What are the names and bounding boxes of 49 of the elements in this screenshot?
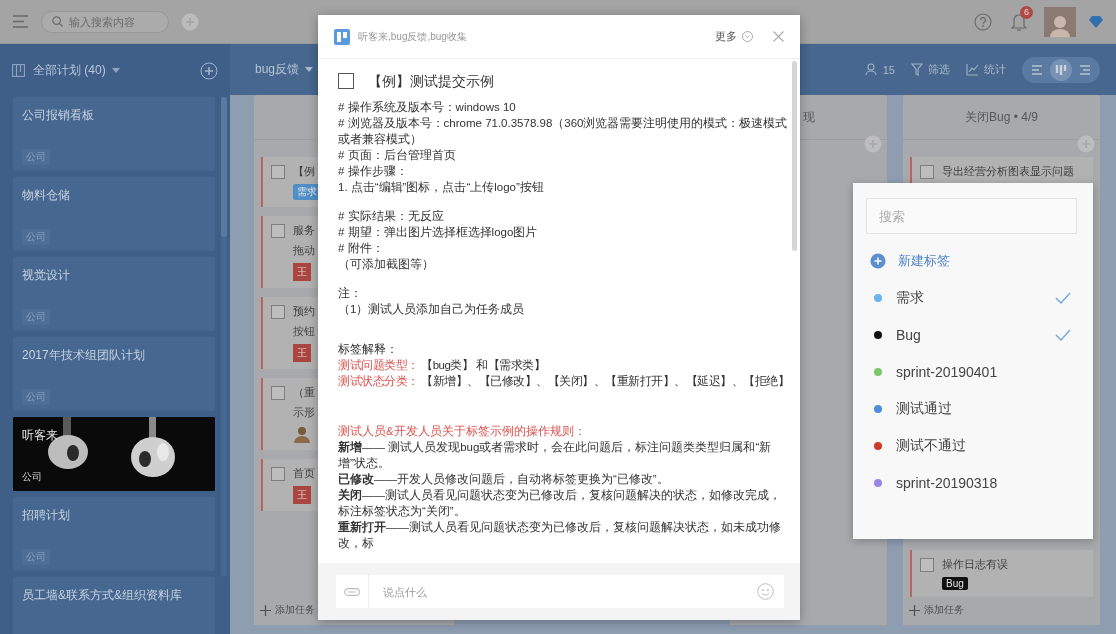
description-line: （可添加截图等） bbox=[338, 257, 435, 272]
description-line: # 操作步骤： bbox=[338, 164, 409, 179]
plan-title: 物料仓储 bbox=[22, 187, 71, 204]
description-line: # 浏览器及版本号：chrome 71.0.3578.98（360浏览器需要注明使用的模式：极速模式或者兼容模式） bbox=[338, 116, 788, 147]
task-title: 服务 bbox=[293, 223, 315, 238]
plan-title: 招聘计划 bbox=[22, 507, 71, 524]
description-line: # 附件： bbox=[338, 241, 385, 256]
assignee-avatar: 王 bbox=[293, 344, 311, 362]
description-line: （1）测试人员添加自己为任务成员 bbox=[338, 302, 526, 317]
description-line: 重新打开——测试人员看见问题状态变为已修改后，复核问题解决状态，如未成功修改，标 bbox=[338, 519, 782, 551]
field-label: 测试问题类型： bbox=[338, 359, 419, 371]
field-label: 测试状态分类： bbox=[338, 375, 419, 387]
breadcrumb: 听客来,bug反馈,bug收集 bbox=[358, 29, 468, 44]
column-title: 关闭Bug • 4/9 bbox=[965, 108, 1038, 126]
description-line: 标签解释： bbox=[338, 342, 399, 357]
task-title: （重 bbox=[293, 385, 315, 400]
task-title: 【例】测试提交示例 bbox=[368, 73, 494, 89]
task-title: 操作日志有误 bbox=[942, 557, 1008, 572]
description-line: # 页面：后台管理首页 bbox=[338, 148, 457, 163]
plan-title: 公司报销看板 bbox=[22, 107, 95, 124]
description-line: # 实际结果：无反应 bbox=[338, 209, 445, 224]
description-line: 新增—— 测试人员发现bug或者需求时，会在此问题后，标注问题类类型归属和“新增”状态。 bbox=[338, 439, 773, 471]
description-line: # 期望：弹出图片选择框选择logo图片 bbox=[338, 225, 539, 240]
assignee-avatar: 王 bbox=[293, 486, 311, 504]
task-text: 按钮 bbox=[292, 324, 315, 339]
field-value: 【新增】、【已修改】、【关闭】、【重新打开】、【延迟】、【拒绝】 bbox=[421, 375, 790, 387]
tag-label: 需求 bbox=[293, 184, 321, 200]
plan-title: 员工墙&联系方式&组织资料库 bbox=[22, 587, 183, 604]
plan-title: 视觉设计 bbox=[22, 267, 71, 284]
description-line: 关闭——测试人员看见问题状态变为已修改后，复核问题解决的状态，如修改完成，标注标签状态为“关闭”。 bbox=[338, 487, 782, 519]
task-title: 预约 bbox=[293, 304, 315, 319]
task-text: 拖动 bbox=[292, 243, 315, 258]
plan-title: 听客来 bbox=[22, 427, 59, 444]
section-heading: 测试人员&开发人员关于标签示例的操作规则： bbox=[338, 424, 587, 439]
tag-label: Bug bbox=[942, 577, 968, 590]
task-title: 导出经营分析图表显示问题 bbox=[942, 164, 1074, 179]
plan-tag: 公司 bbox=[22, 469, 46, 485]
notification-badge: 6 bbox=[1020, 5, 1033, 19]
field-value: 【bug类】 和【需求类】 bbox=[421, 359, 546, 371]
task-title: 【例 bbox=[293, 164, 315, 179]
task-title: 首页 bbox=[293, 466, 315, 481]
description-line: 1. 点击“编辑”图标，点击“上传logo”按钮 bbox=[338, 180, 545, 195]
description-line: 已修改——开发人员修改问题后，自动将标签更换为“已修改”。 bbox=[338, 472, 670, 487]
task-text: 示形 bbox=[292, 405, 315, 420]
column-title: 现 bbox=[802, 108, 815, 126]
assignee-avatar: 王 bbox=[293, 263, 311, 281]
description-line: # 操作系统及版本号：windows 10 bbox=[338, 100, 517, 115]
plan-title: 2017年技术组团队计划 bbox=[22, 347, 146, 364]
description-line: 注： bbox=[338, 286, 363, 301]
